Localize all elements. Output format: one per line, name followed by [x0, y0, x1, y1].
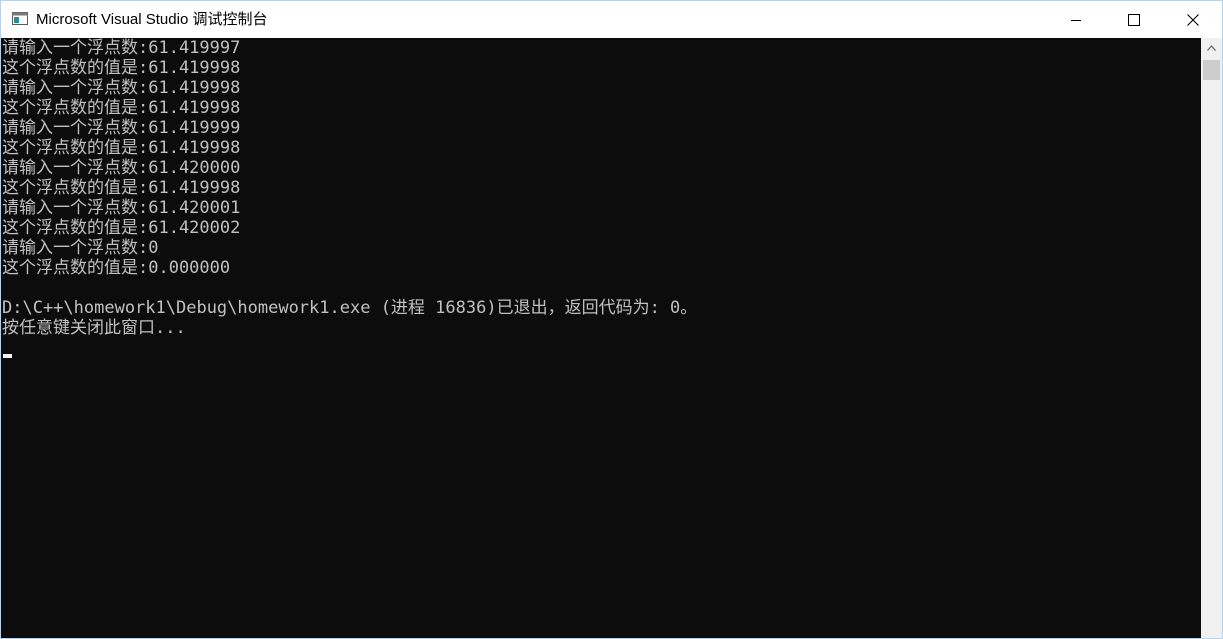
- minimize-icon: [1071, 19, 1081, 21]
- console-line: 这个浮点数的值是:61.419998: [2, 58, 241, 78]
- maximize-button[interactable]: [1105, 1, 1163, 38]
- console-line: D:\C++\homework1\Debug\homework1.exe (进程…: [2, 298, 698, 318]
- console-output[interactable]: 请输入一个浮点数:61.419997 这个浮点数的值是:61.419998 请输…: [1, 38, 1201, 638]
- console-line: 这个浮点数的值是:61.420002: [2, 218, 241, 238]
- console-line: 请输入一个浮点数:61.419999: [2, 118, 241, 138]
- close-button[interactable]: [1164, 1, 1222, 38]
- console-line: 这个浮点数的值是:61.419998: [2, 178, 241, 198]
- console-line: 请输入一个浮点数:0: [2, 238, 159, 258]
- console-line: 请输入一个浮点数:61.420000: [2, 158, 241, 178]
- text-cursor: [3, 354, 12, 358]
- console-line: 这个浮点数的值是:61.419998: [2, 98, 241, 118]
- chevron-up-icon: [1207, 45, 1216, 51]
- console-line: 这个浮点数的值是:61.419998: [2, 138, 241, 158]
- console-line: 请输入一个浮点数:61.420001: [2, 198, 241, 218]
- window-title: Microsoft Visual Studio 调试控制台: [36, 11, 268, 28]
- minimize-button[interactable]: [1047, 1, 1105, 38]
- console-line: 按任意键关闭此窗口...: [2, 318, 186, 338]
- scroll-thumb[interactable]: [1203, 60, 1220, 80]
- close-icon: [1187, 13, 1199, 26]
- scroll-up-button[interactable]: [1201, 38, 1222, 58]
- console-window: Microsoft Visual Studio 调试控制台 请输入一个浮点数:6…: [0, 0, 1223, 639]
- console-app-icon: [12, 12, 28, 25]
- vertical-scrollbar[interactable]: [1201, 38, 1222, 638]
- title-bar[interactable]: Microsoft Visual Studio 调试控制台: [1, 1, 1222, 38]
- console-line: 请输入一个浮点数:61.419997: [2, 38, 241, 58]
- console-line: 这个浮点数的值是:0.000000: [2, 258, 231, 278]
- console-line: 请输入一个浮点数:61.419998: [2, 78, 241, 98]
- maximize-icon: [1128, 13, 1140, 26]
